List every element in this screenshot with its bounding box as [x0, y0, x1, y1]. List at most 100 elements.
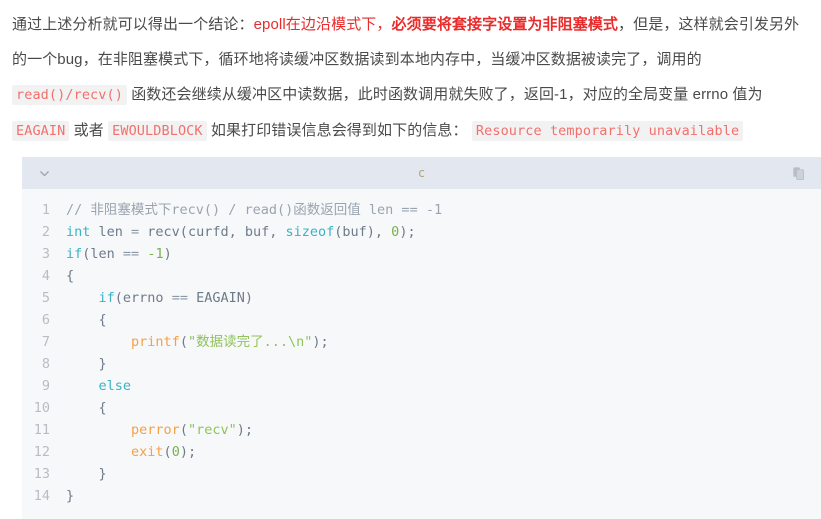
code-token-plain: );: [312, 334, 329, 350]
code-token-plain: {: [66, 400, 107, 416]
code-line-number: 13: [33, 466, 50, 482]
code-line: 3 if(len == -1): [22, 243, 821, 265]
code-line-number: 9: [41, 378, 50, 394]
code-token-fn: exit: [131, 444, 164, 460]
code-token-kw: if: [98, 290, 115, 306]
code-line-content: perror("recv");: [66, 419, 253, 441]
code-token-plain: );: [179, 444, 197, 460]
paragraph-segment-5: 如果打印错误信息会得到如下的信息：: [206, 122, 472, 139]
code-line: 10 {: [22, 397, 821, 419]
code-line: 13 }: [22, 463, 821, 485]
code-line-content: exit(0);: [66, 441, 196, 463]
inline-code-eagain: EAGAIN: [12, 121, 70, 141]
code-token-plain: (errno: [114, 290, 172, 306]
paragraph-segment-1: 通过上述分析就可以得出一个结论：: [12, 16, 254, 33]
code-line-content: int len = recv(curfd, buf, sizeof(buf), …: [66, 221, 416, 243]
code-line: 5 if(errno == EAGAIN): [22, 287, 821, 309]
code-line-number: 14: [33, 488, 50, 504]
code-token-num: 0: [171, 444, 180, 460]
inline-code-resource-unavailable: Resource temporarily unavailable: [471, 121, 744, 141]
code-token-str: "recv": [187, 422, 237, 438]
code-block: c 1 // 非阻塞模式下recv() / read()函数返回值 len == …: [22, 157, 821, 519]
code-line: 1 // 非阻塞模式下recv() / read()函数返回值 len == -1: [22, 199, 821, 221]
code-line-number: 11: [33, 422, 50, 438]
code-line: 12 exit(0);: [22, 441, 821, 463]
code-line: 8 }: [22, 353, 821, 375]
code-token-plain: }: [66, 466, 107, 482]
code-line-content: {: [66, 397, 107, 419]
code-token-op: =: [131, 224, 140, 240]
code-token-plain: len: [90, 224, 132, 240]
code-line-content: // 非阻塞模式下recv() / read()函数返回值 len == -1: [66, 199, 442, 221]
code-token-kw: else: [98, 378, 132, 394]
code-token-kw: if: [66, 246, 83, 262]
code-line-number: 3: [41, 246, 50, 262]
code-token-plain: (: [179, 334, 188, 350]
chevron-down-icon[interactable]: [36, 165, 52, 181]
article-body: 通过上述分析就可以得出一个结论：epoll在边沿模式下，必须要将套接字设置为非阻…: [0, 0, 821, 149]
code-line-number: 6: [41, 312, 50, 328]
code-line: 7 printf("数据读完了...\n");: [22, 331, 821, 353]
code-token-plain: {: [66, 268, 75, 284]
code-line: 9 else: [22, 375, 821, 397]
code-line: 4{: [22, 265, 821, 287]
code-token-op: ==: [122, 246, 140, 262]
code-line-content: if(errno == EAGAIN): [66, 287, 253, 309]
explanation-paragraph: 通过上述分析就可以得出一个结论：epoll在边沿模式下，必须要将套接字设置为非阻…: [12, 7, 809, 149]
inline-code-read-recv: read()/recv(): [12, 85, 127, 105]
paragraph-segment-4: 或者: [69, 122, 109, 139]
code-line-number: 7: [41, 334, 50, 350]
inline-code-ewouldblock: EWOULDBLOCK: [108, 121, 207, 141]
code-token-plain: (: [163, 444, 172, 460]
code-line-number: 8: [41, 356, 50, 372]
code-token-op: ==: [171, 290, 188, 306]
code-line-number: 5: [41, 290, 50, 306]
code-line: 6 {: [22, 309, 821, 331]
highlight-red-bold-text: 必须要将套接字设置为非阻塞模式: [391, 16, 619, 33]
code-line: 11 perror("recv");: [22, 419, 821, 441]
highlight-red-text: epoll在边沿模式下，: [253, 16, 392, 33]
code-token-plain: ): [163, 246, 172, 262]
code-token-comment: // 非阻塞模式下recv() / read()函数返回值 len == -1: [66, 202, 443, 218]
code-line-number: 1: [41, 202, 50, 218]
code-token-fn: printf: [131, 334, 180, 350]
code-token-plain: recv(curfd, buf,: [139, 224, 286, 240]
code-token-kw: int: [66, 224, 91, 240]
code-token-plain: );: [399, 224, 416, 240]
code-token-plain: EAGAIN): [187, 290, 253, 306]
code-line-content: }: [66, 353, 107, 375]
code-line: 14}: [22, 485, 821, 507]
code-line-content: if(len == -1): [66, 243, 172, 265]
code-block-body: 1 // 非阻塞模式下recv() / read()函数返回值 len == -1…: [22, 189, 821, 519]
code-token-plain: (: [179, 422, 188, 438]
code-language-label: c: [417, 166, 426, 180]
code-line-content: {: [66, 265, 74, 287]
code-line-content: }: [66, 463, 107, 485]
code-line-content: }: [66, 485, 74, 507]
code-token-kw: sizeof: [285, 224, 335, 240]
code-token-plain: (len: [82, 246, 123, 262]
code-line-number: 10: [33, 400, 50, 416]
paragraph-segment-3: 函数还会继续从缓冲区中读数据，此时函数调用就失败了，返回-1，对应的全局变量 e…: [126, 86, 763, 103]
code-token-str: "数据读完了...\n": [187, 334, 313, 350]
code-token-plain: {: [66, 312, 107, 328]
code-line-content: else: [66, 375, 132, 397]
code-token-plain: }: [66, 356, 107, 372]
code-line-content: {: [66, 309, 107, 331]
code-token-fn: perror: [131, 422, 180, 438]
copy-icon[interactable]: [789, 164, 807, 182]
code-line: 2 int len = recv(curfd, buf, sizeof(buf),…: [22, 221, 821, 243]
code-token-plain: }: [66, 488, 75, 504]
code-token-plain: (buf),: [334, 224, 392, 240]
code-token-num: -1: [147, 246, 164, 262]
code-line-number: 4: [41, 268, 50, 284]
code-line-number: 2: [41, 224, 50, 240]
code-block-header: c: [22, 157, 821, 189]
code-line-content: printf("数据读完了...\n");: [66, 331, 329, 353]
code-token-plain: );: [236, 422, 253, 438]
